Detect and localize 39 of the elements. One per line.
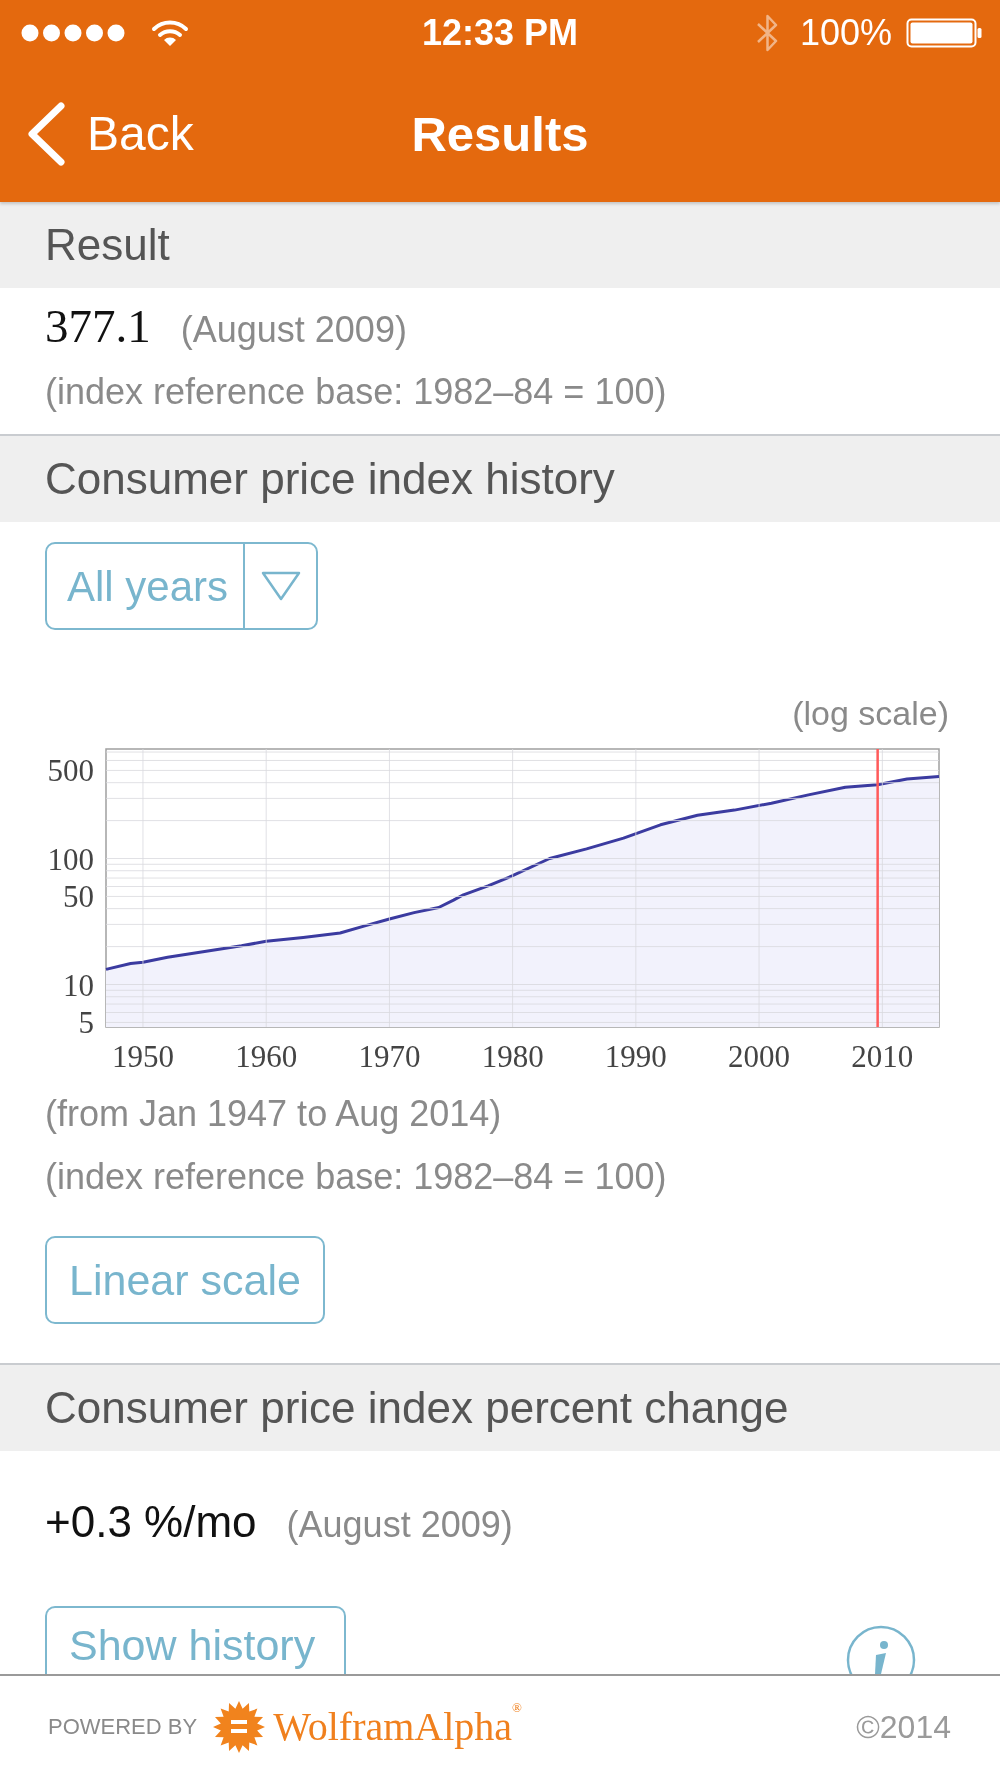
copyright-label: ©2014 [856, 1711, 951, 1743]
y-tick-label: 50 [63, 879, 94, 915]
powered-by-label: POWERED BY [48, 1716, 198, 1738]
date-range-caption: (from Jan 1947 to Aug 2014) [45, 1094, 502, 1134]
screen-title: Results [411, 109, 589, 159]
percent-change-value: +0.3 %/mo [45, 1497, 257, 1547]
result-date: (August 2009) [180, 308, 407, 352]
dropdown-triangle-icon [260, 571, 301, 601]
x-tick-label: 2010 [851, 1039, 914, 1074]
back-button[interactable]: Back [26, 102, 194, 166]
x-tick-label: 1970 [358, 1039, 421, 1074]
linear-scale-button[interactable]: Linear scale [45, 1236, 325, 1324]
y-tick-label: 10 [63, 967, 94, 1003]
scale-label: (log scale) [792, 693, 949, 733]
star-logo-icon [213, 1701, 266, 1753]
x-tick-label: 1960 [235, 1039, 298, 1074]
result-value: 377.1 [45, 301, 151, 351]
reference-note: (index reference base: 1982–84 = 100) [45, 1157, 667, 1197]
chevron-left-icon [26, 102, 66, 166]
y-tick-label: 100 [47, 841, 94, 877]
section-header: Result [0, 202, 1000, 288]
x-tick-label: 1950 [111, 1039, 174, 1074]
section-header: Consumer price index percent change [0, 1365, 1000, 1451]
range-dropdown[interactable]: All years [45, 542, 318, 630]
y-tick-label: 5 [78, 1005, 94, 1041]
x-tick-label: 2000 [728, 1039, 791, 1074]
info-icon[interactable] [846, 1625, 916, 1674]
x-tick-label: 1990 [604, 1039, 667, 1074]
wifi-icon [151, 19, 189, 47]
section-header: Consumer price index history [0, 436, 1000, 522]
x-tick-label: 1980 [481, 1039, 544, 1074]
percent-change-date: (August 2009) [286, 1503, 513, 1547]
battery-icon [906, 18, 982, 48]
bluetooth-icon [755, 13, 779, 53]
status-time: 12:33 PM [421, 15, 579, 51]
y-tick-label: 500 [47, 753, 94, 789]
battery-percent: 100% [799, 15, 892, 51]
reference-note: (index reference base: 1982–84 = 100) [45, 372, 667, 412]
signal-dots-icon [21, 24, 125, 42]
